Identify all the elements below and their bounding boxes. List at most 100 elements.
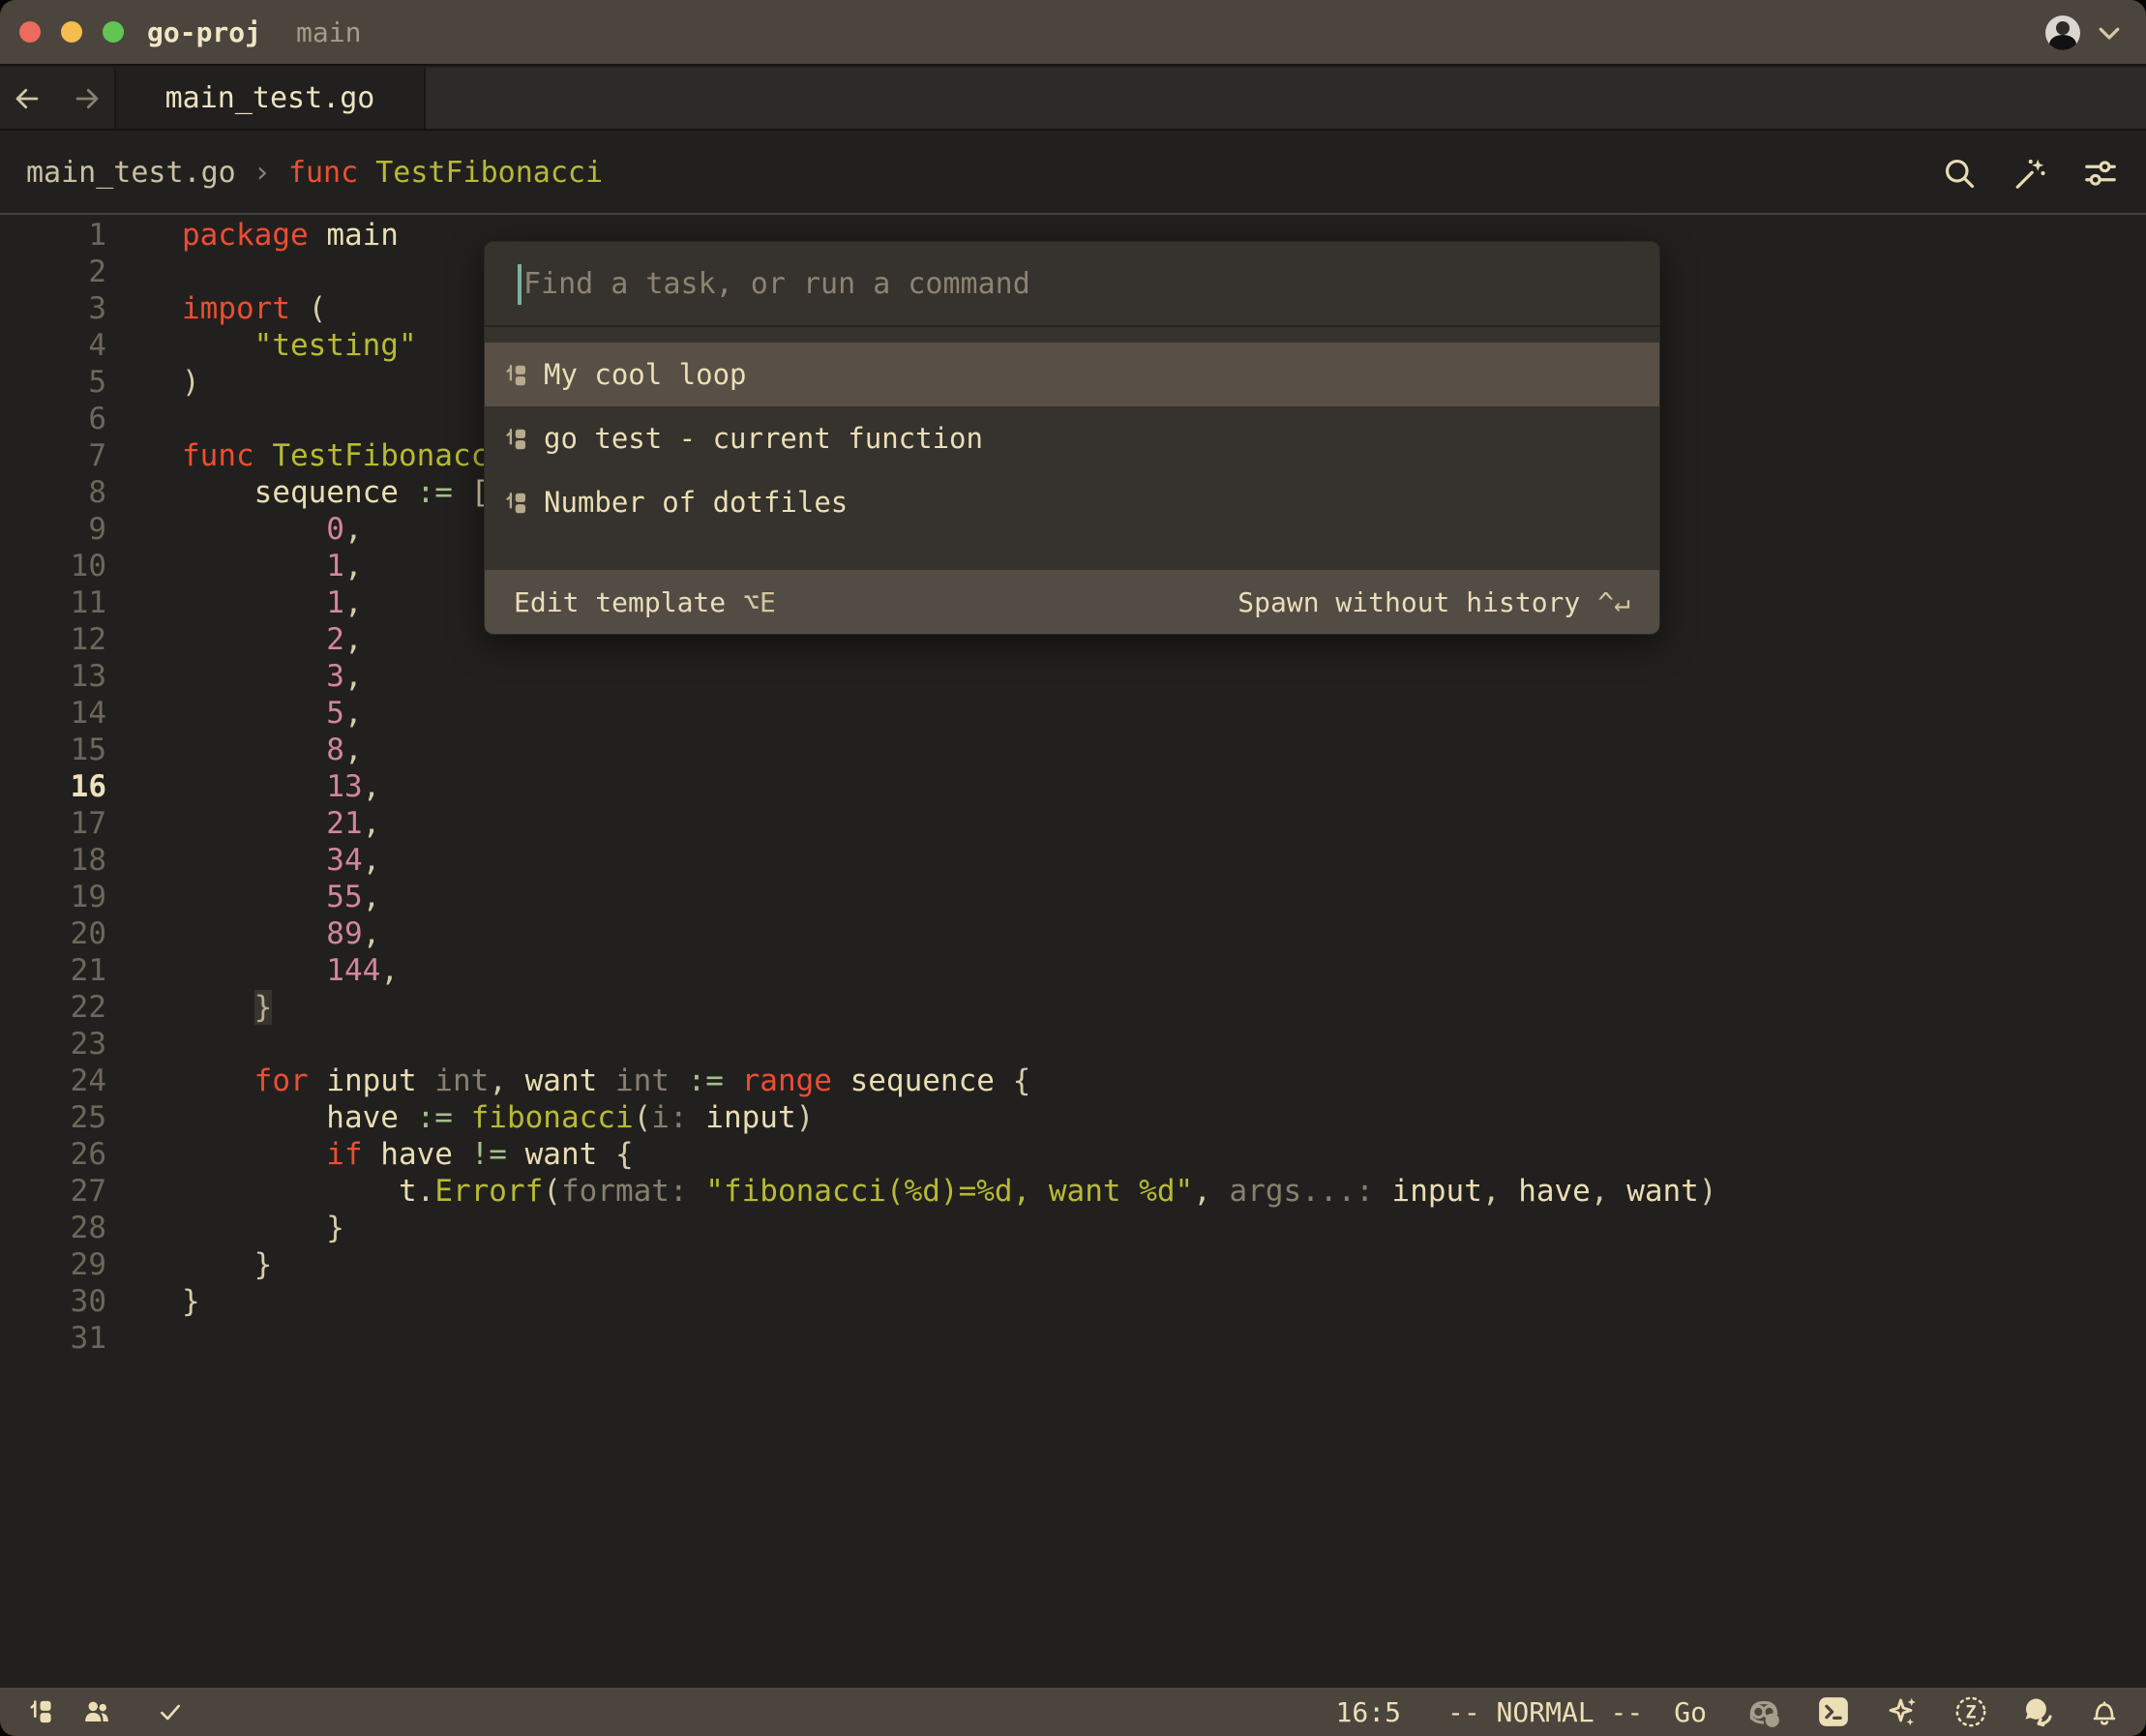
assistant-sparkle-icon[interactable] — [1885, 1694, 1920, 1729]
code-line[interactable]: 23 — [0, 1026, 2146, 1063]
avatar-person-icon — [2056, 21, 2070, 35]
code-text: } — [182, 989, 272, 1026]
project-panel-icon[interactable] — [30, 1698, 57, 1725]
line-number: 7 — [0, 437, 106, 474]
task-list: My cool loop go test - current function Nu… — [485, 327, 1659, 534]
nav-forward-button[interactable] — [71, 82, 104, 115]
spawn-keybinding: ^↵ — [1597, 586, 1630, 618]
zed-update-icon[interactable]: Z — [1954, 1695, 1987, 1728]
edit-template-button[interactable]: Edit template ⌥E — [514, 586, 776, 618]
line-number: 12 — [0, 621, 106, 658]
task-label: go test - current function — [544, 422, 983, 455]
line-number: 30 — [0, 1283, 106, 1320]
code-text: 55, — [182, 879, 380, 915]
code-line[interactable]: 17 21, — [0, 805, 2146, 842]
avatar-person-icon — [2049, 35, 2076, 50]
text-cursor — [518, 264, 522, 305]
terminal-panel-icon[interactable] — [1817, 1695, 1850, 1728]
inline-assist-wand-icon[interactable] — [2008, 151, 2052, 195]
line-number: 28 — [0, 1210, 106, 1246]
chevron-down-icon[interactable] — [2094, 17, 2125, 48]
code-text: for input int, want int := range sequenc… — [182, 1063, 1030, 1099]
code-line[interactable]: 28 } — [0, 1210, 2146, 1246]
code-text: 144, — [182, 952, 399, 989]
code-text: 5, — [182, 695, 363, 732]
line-number: 19 — [0, 879, 106, 915]
breadcrumb[interactable]: main_test.go › func TestFibonacci — [26, 156, 603, 190]
chat-panel-icon[interactable] — [2022, 1695, 2055, 1728]
minimize-window-button[interactable] — [61, 21, 82, 43]
copilot-icon[interactable] — [1745, 1693, 1782, 1730]
line-number: 27 — [0, 1173, 106, 1210]
task-item[interactable]: My cool loop — [485, 343, 1659, 406]
tab-main-test-go[interactable]: main_test.go — [116, 68, 426, 129]
line-number: 23 — [0, 1026, 106, 1063]
code-text: "testing" — [182, 327, 417, 364]
task-search-input[interactable]: Find a task, or run a command — [485, 242, 1659, 327]
code-line[interactable]: 30} — [0, 1283, 2146, 1320]
zoom-window-button[interactable] — [103, 21, 124, 43]
nav-back-button[interactable] — [11, 82, 44, 115]
line-number: 6 — [0, 401, 106, 437]
code-line[interactable]: 25 have := fibonacci(i: input) — [0, 1099, 2146, 1136]
line-number: 25 — [0, 1099, 106, 1136]
code-text: 89, — [182, 915, 380, 952]
code-line[interactable]: 22 } — [0, 989, 2146, 1026]
code-line[interactable]: 16 13, — [0, 768, 2146, 805]
task-search-placeholder: Find a task, or run a command — [523, 242, 1030, 327]
code-text: } — [182, 1210, 344, 1246]
code-line[interactable]: 15 8, — [0, 732, 2146, 768]
edit-template-label: Edit template — [514, 586, 726, 618]
diagnostics-check-icon[interactable] — [158, 1699, 183, 1724]
notifications-bell-icon[interactable] — [2090, 1697, 2119, 1726]
code-line[interactable]: 24 for input int, want int := range sequ… — [0, 1063, 2146, 1099]
code-line[interactable]: 26 if have != want { — [0, 1136, 2146, 1173]
line-number: 8 — [0, 474, 106, 511]
code-line[interactable]: 31 — [0, 1320, 2146, 1357]
close-window-button[interactable] — [19, 21, 41, 43]
code-text: 1, — [182, 584, 363, 621]
language-selector[interactable]: Go — [1674, 1696, 1707, 1728]
svg-text:Z: Z — [1965, 1702, 1976, 1722]
task-icon — [506, 426, 531, 451]
code-line[interactable]: 29 } — [0, 1246, 2146, 1283]
code-line[interactable]: 27 t.Errorf(format: "fibonacci(%d)=%d, w… — [0, 1173, 2146, 1210]
title-bar: go-proj main — [0, 0, 2146, 66]
line-number: 24 — [0, 1063, 106, 1099]
editor-controls-sliders-icon[interactable] — [2078, 151, 2123, 195]
collab-panel-people-icon[interactable] — [82, 1697, 111, 1726]
code-text: } — [182, 1246, 272, 1283]
spawn-without-history-label: Spawn without history — [1237, 586, 1580, 618]
edit-template-keybinding: ⌥E — [743, 586, 776, 618]
code-line[interactable]: 19 55, — [0, 879, 2146, 915]
breadcrumb-file: main_test.go — [26, 156, 236, 190]
user-avatar[interactable] — [2045, 15, 2080, 50]
code-line[interactable]: 21 144, — [0, 952, 2146, 989]
code-text: package main — [182, 217, 399, 254]
code-text: have := fibonacci(i: input) — [182, 1099, 814, 1136]
code-line[interactable]: 14 5, — [0, 695, 2146, 732]
cursor-position[interactable]: 16:5 — [1336, 1696, 1401, 1728]
code-text: import ( — [182, 290, 326, 327]
git-branch-button[interactable]: main — [296, 16, 361, 48]
line-number: 26 — [0, 1136, 106, 1173]
code-text: 0, — [182, 511, 363, 548]
code-text: if have != want { — [182, 1136, 634, 1173]
task-modal-footer: Edit template ⌥E Spawn without history ^… — [485, 570, 1659, 634]
code-text: 1, — [182, 548, 363, 584]
line-number: 18 — [0, 842, 106, 879]
project-name-button[interactable]: go-proj — [147, 16, 261, 48]
line-number: 4 — [0, 327, 106, 364]
code-line[interactable]: 13 3, — [0, 658, 2146, 695]
task-item[interactable]: go test - current function — [485, 406, 1659, 470]
code-text: 21, — [182, 805, 380, 842]
code-line[interactable]: 20 89, — [0, 915, 2146, 952]
search-icon[interactable] — [1937, 151, 1982, 195]
spawn-without-history-button[interactable]: Spawn without history ^↵ — [1237, 586, 1630, 618]
code-line[interactable]: 18 34, — [0, 842, 2146, 879]
task-item[interactable]: Number of dotfiles — [485, 470, 1659, 534]
code-text: ) — [182, 364, 200, 401]
vim-mode-indicator: -- NORMAL -- — [1447, 1696, 1643, 1728]
line-number: 20 — [0, 915, 106, 952]
code-text: 2, — [182, 621, 363, 658]
